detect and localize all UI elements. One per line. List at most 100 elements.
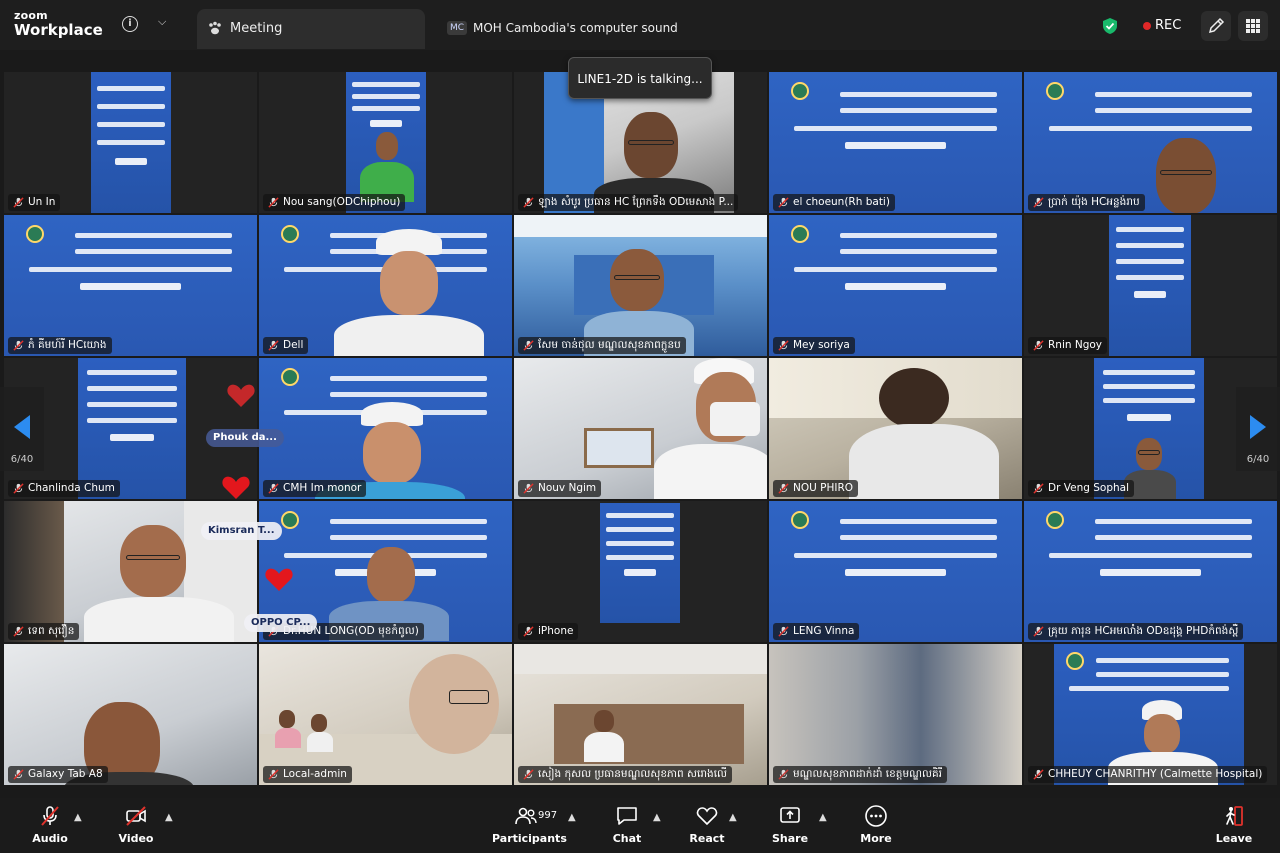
next-page-button[interactable]: 6/40 [1236,387,1280,471]
react-button[interactable]: React [687,804,727,845]
view-grid-button[interactable] [1238,11,1268,41]
mic-muted-icon [13,769,24,780]
video-tile[interactable]: LENG Vinna [769,501,1022,642]
leave-button[interactable]: Leave [1214,804,1254,845]
mic-muted-icon [523,340,534,351]
participant-name: ប្រាក់ យ៉ុង HCអន្លង់រាប [1028,194,1145,211]
heart-reaction-icon [227,384,255,407]
video-tile[interactable]: Un In [4,72,257,213]
talking-indicator: LINE1-2D is talking... [568,57,712,99]
participant-name: គ្រុយ ភារុន HCអមលាំង ODឧដុង្គ PHDកំពង់ស្… [1028,623,1244,640]
participant-name: Un In [8,194,61,211]
video-tile[interactable]: គ្រុយ ភារុន HCអមលាំង ODឧដុង្គ PHDកំពង់ស្… [1024,501,1277,642]
video-label: Video [118,832,154,845]
tab-sound-label: MOH Cambodia's computer sound [473,21,678,35]
participant-name: Rnin Ngoy [1028,337,1108,354]
video-off-icon [126,806,146,826]
mic-muted-icon [13,483,24,494]
video-tile[interactable]: សែម ចាន់ថុល មណ្ឌលសុខភាពក្លូនប [514,215,767,356]
mic-muted-icon [1033,197,1044,208]
more-dots-icon [865,805,887,827]
page-indicator-left: 6/40 [10,454,34,465]
video-tile[interactable]: មណ្ឌលសុខភាពដាក់ដាំ ខេត្តមណ្ឌលគិរី [769,644,1022,785]
audio-button[interactable]: Audio [30,804,70,845]
mic-muted-icon [778,769,789,780]
tab-meeting-label: Meeting [230,21,283,36]
video-tile[interactable]: Rnin Ngoy [1024,215,1277,356]
mic-muted-icon [778,340,789,351]
share-options-caret-icon[interactable]: ▲ [819,812,827,823]
mic-muted-icon [268,340,279,351]
video-tile[interactable]: CHHEUY CHANRITHY (Calmette Hospital) [1024,644,1277,785]
video-tile[interactable]: Local-admin [259,644,512,785]
heart-outline-icon [696,807,718,826]
chat-options-caret-icon[interactable]: ▲ [653,812,661,823]
mic-muted-icon [778,626,789,637]
video-tile[interactable]: Mey soriya [769,215,1022,356]
participant-name: Local-admin [263,766,352,783]
participants-label: Participants [492,832,567,845]
video-options-caret-icon[interactable]: ▲ [165,812,173,823]
pen-icon [1208,17,1225,34]
heart-reaction-icon [222,476,250,499]
leave-label: Leave [1215,832,1253,845]
mic-muted-icon [523,626,534,637]
participants-options-caret-icon[interactable]: ▲ [568,812,576,823]
video-tile[interactable]: ប្រាក់ យ៉ុង HCអន្លង់រាប [1024,72,1277,213]
mic-muted-icon [268,483,279,494]
more-button[interactable]: More [856,804,896,845]
chat-icon [617,807,637,825]
video-tile[interactable]: NOU PHIRO [769,358,1022,499]
video-tile[interactable]: ភំ គីមហ៍រី HCយោង [4,215,257,356]
shield-icon[interactable] [1102,17,1118,35]
participant-name: សៀង កុសល ប្រធានមណ្ឌលសុខភាព សរោងលើ [518,766,733,783]
leave-icon [1226,806,1243,826]
participant-name: CMH Im monor [263,480,367,497]
mic-muted-icon [1033,626,1044,637]
participant-name: Mey soriya [773,337,855,354]
share-screen-icon [780,807,800,823]
chat-button[interactable]: Chat [607,804,647,845]
participants-count: 997 [538,810,558,821]
participant-name: CHHEUY CHANRITHY (Calmette Hospital) [1028,766,1268,783]
chat-label: Chat [612,832,642,845]
mic-muted-icon [41,806,59,826]
video-tile[interactable]: Dell [259,215,512,356]
participants-icon [515,807,537,825]
participant-name: Dr Veng Sophal [1028,480,1134,497]
logo-line1: zoom [14,9,48,22]
participant-name: ឡាង សំបូរ ប្រធាន HC ព្រែកទឹង ODមេសាង P..… [518,194,739,211]
video-tile[interactable]: Nou sang(ODChiphou) [259,72,512,213]
participant-name: Nouv Ngim [518,480,602,497]
react-options-caret-icon[interactable]: ▲ [729,812,737,823]
chevron-down-icon[interactable]: ⌵ [158,15,166,29]
video-tile[interactable]: Nouv Ngim [514,358,767,499]
video-tile[interactable]: el choeun(Rh bati) [769,72,1022,213]
video-tile[interactable]: iPhone [514,501,767,642]
audio-options-caret-icon[interactable]: ▲ [74,812,82,823]
mic-muted-icon [1033,340,1044,351]
participant-name: NOU PHIRO [773,480,859,497]
share-button[interactable]: Share [770,804,810,845]
rec-label[interactable]: REC [1155,18,1181,33]
info-icon[interactable]: i [122,16,138,32]
video-tile[interactable]: សៀង កុសល ប្រធានមណ្ឌលសុខភាព សរោងលើ [514,644,767,785]
arrow-right-icon [1250,415,1266,439]
more-label: More [860,832,892,845]
logo-line2: Workplace [14,21,103,39]
video-tile[interactable]: Galaxy Tab A8 [4,644,257,785]
participant-name: សែម ចាន់ថុល មណ្ឌលសុខភាពក្លូនប [518,337,686,354]
annotate-button[interactable] [1201,11,1231,41]
prev-page-button[interactable]: 6/40 [0,387,44,471]
mic-muted-icon [1033,483,1044,494]
participant-name: Galaxy Tab A8 [8,766,108,783]
mic-muted-icon [13,340,24,351]
participant-name: iPhone [518,623,579,640]
tab-meeting[interactable]: Meeting [197,9,425,49]
rec-dot-icon [1143,22,1151,30]
audio-label: Audio [32,832,68,845]
video-tile[interactable]: CMH Im monor [259,358,512,499]
participant-name: Dell [263,337,309,354]
video-button[interactable]: Video [116,804,156,845]
grid-icon [1246,19,1260,33]
